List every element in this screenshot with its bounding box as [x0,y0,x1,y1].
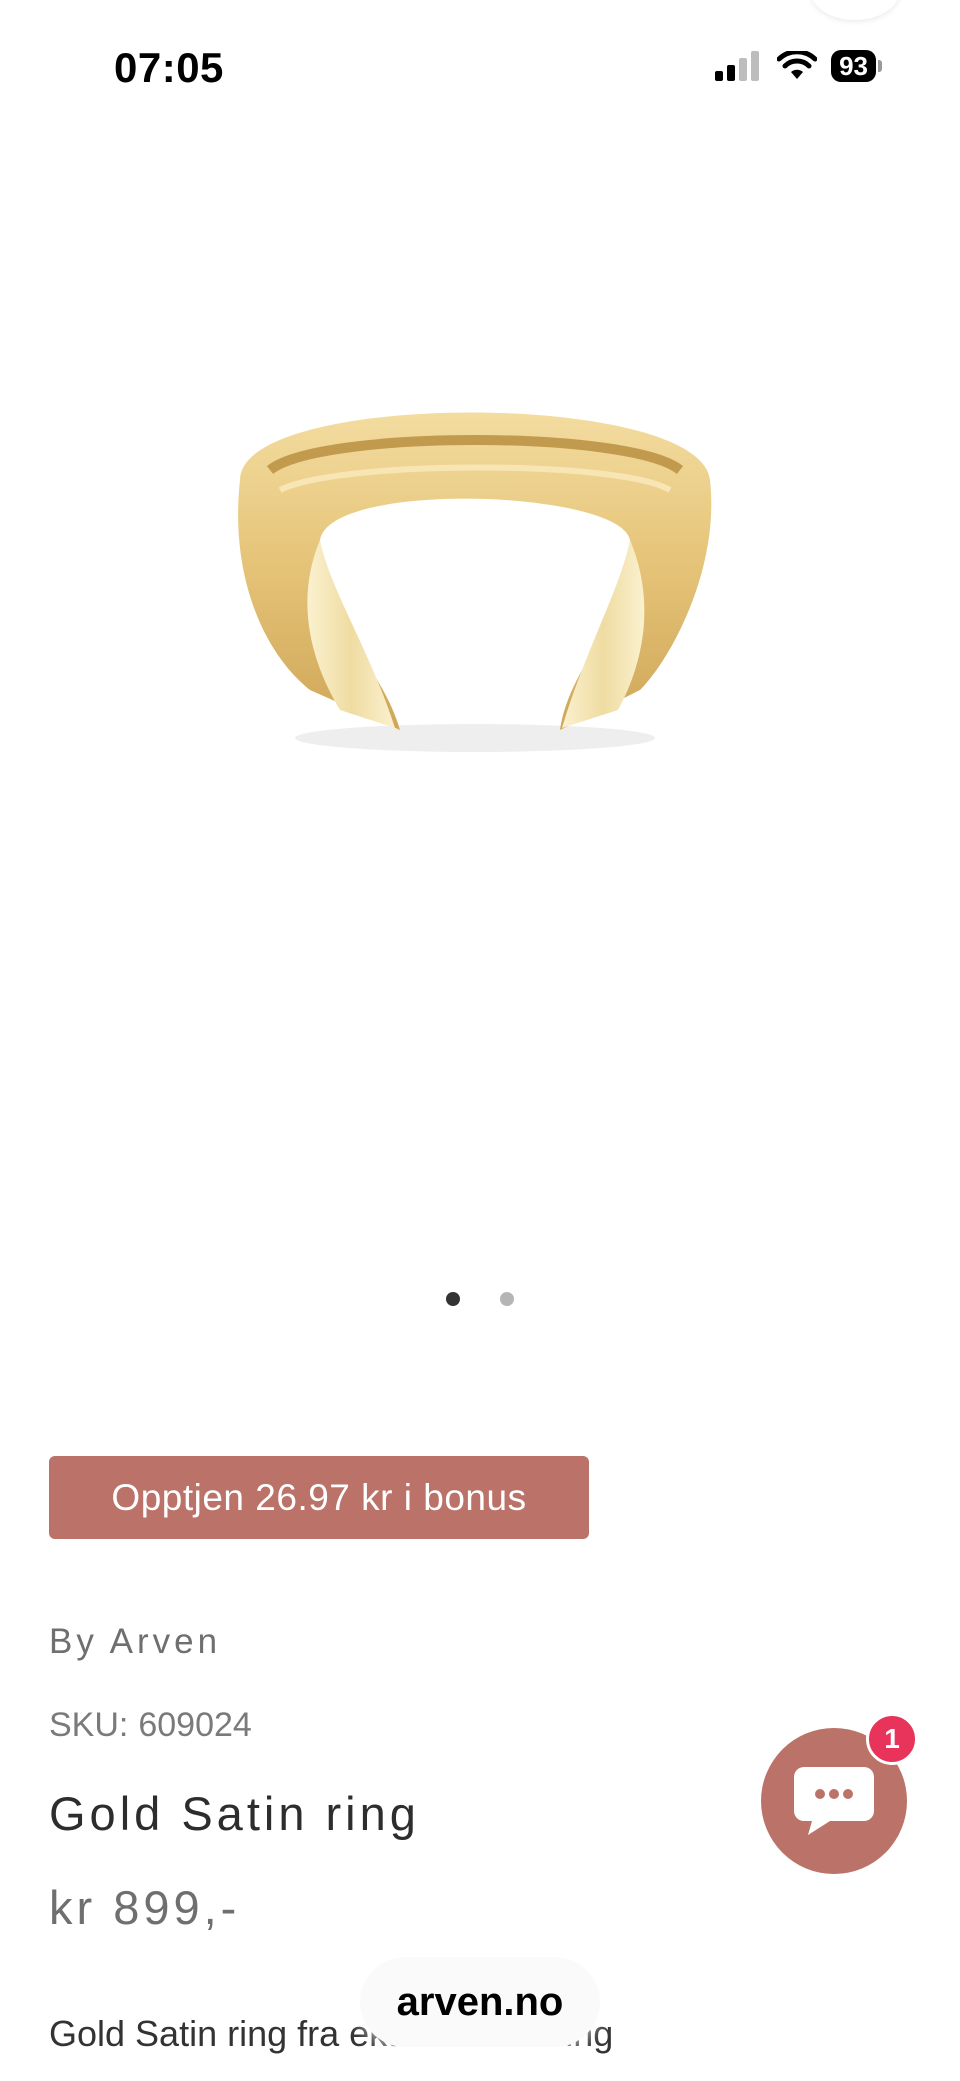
wifi-icon [777,51,818,79]
sku-value: 609024 [138,1706,252,1744]
status-time: 07:05 [114,44,224,91]
signal-icon [715,51,760,81]
status-icons: 93 [715,50,882,82]
bonus-banner: Opptjen 26.97 kr i bonus [49,1456,589,1539]
gallery-dot-2[interactable] [500,1292,514,1306]
gallery-dot-1[interactable] [446,1292,460,1306]
corner-button[interactable] [810,0,900,20]
product-sku: SKU: 609024 [49,1706,252,1745]
product-vendor[interactable]: By Arven [49,1622,221,1662]
chat-bubble-icon [794,1767,874,1835]
battery-level: 93 [831,50,876,82]
gallery-pagination [0,1292,960,1306]
sku-label: SKU: [49,1706,129,1744]
chat-notification-badge: 1 [866,1713,918,1765]
bonus-label: Opptjen 26.97 kr i bonus [111,1476,527,1518]
product-title: Gold Satin ring [49,1787,420,1840]
browser-url-bar[interactable]: arven.no [360,1957,600,2047]
product-price: kr 899,- [49,1881,241,1934]
battery-icon: 93 [831,50,882,82]
status-bar: 07:05 93 [0,0,960,140]
product-image[interactable] [200,330,740,770]
